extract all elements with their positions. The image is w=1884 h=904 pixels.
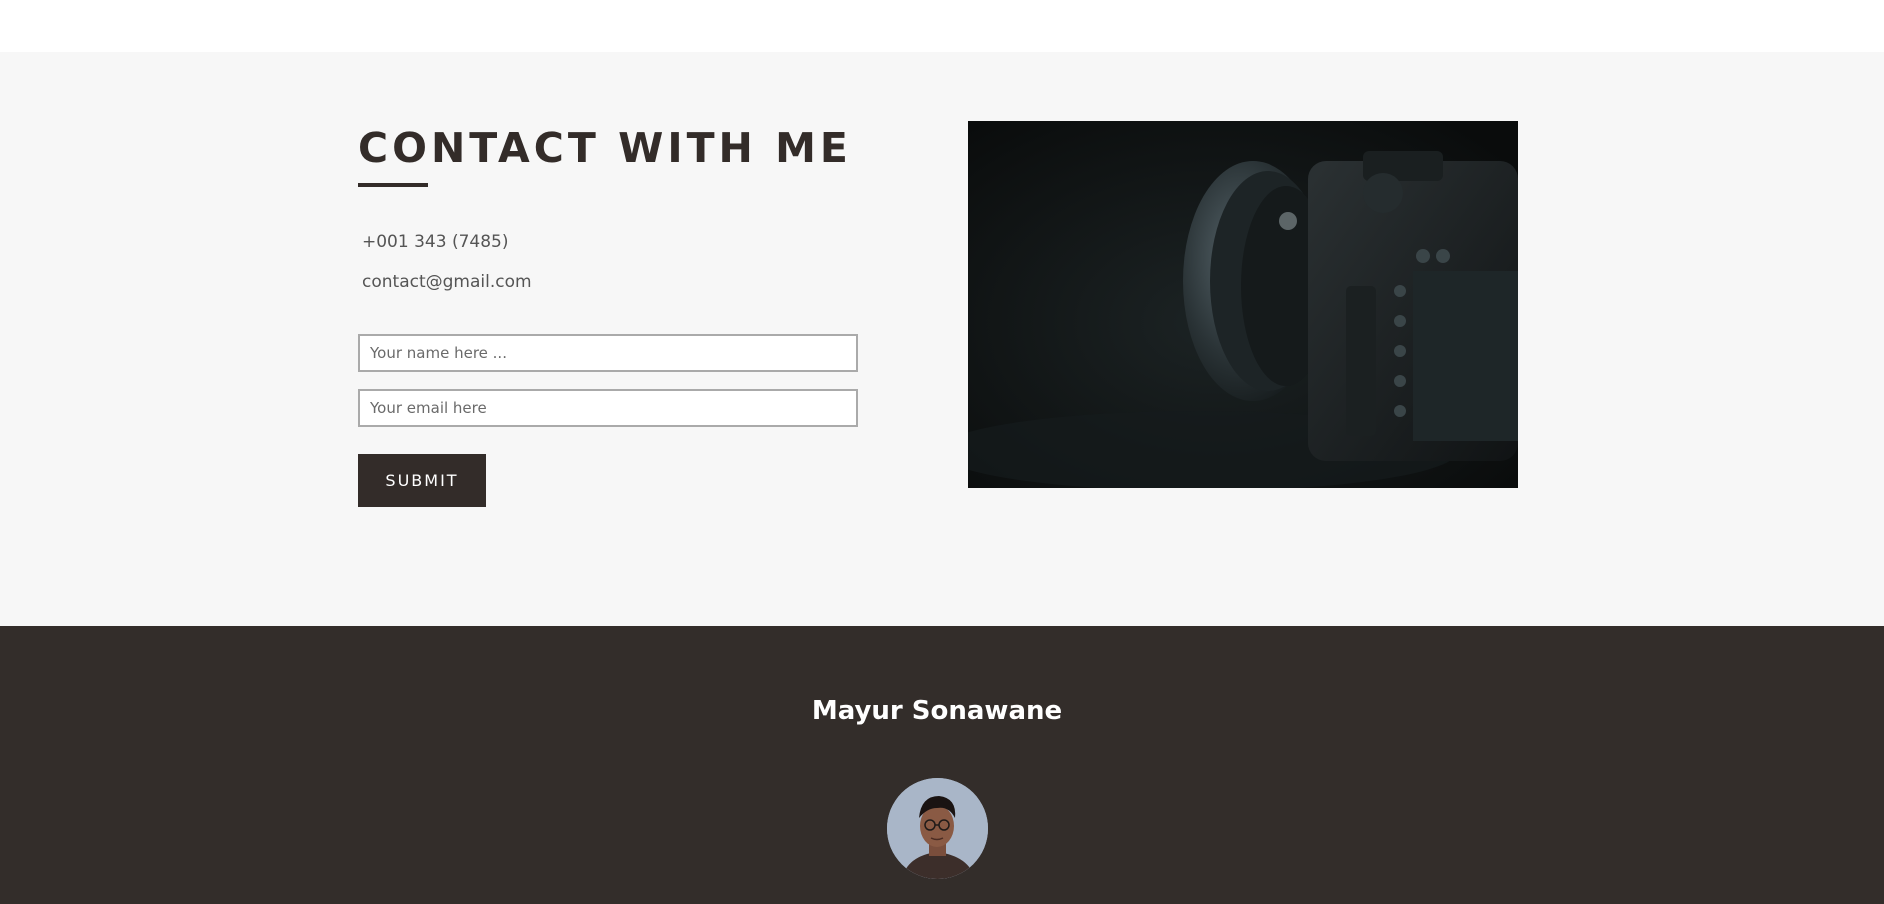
contact-email: contact@gmail.com [362,272,532,292]
contact-phone: +001 343 (7485) [362,232,509,252]
footer: Mayur Sonawane [0,626,1884,904]
submit-button[interactable]: SUBMIT [358,454,486,507]
email-input[interactable] [358,389,858,427]
avatar [887,778,988,879]
name-input[interactable] [358,334,858,372]
title-underline [358,183,428,187]
top-header-bar [0,0,1884,52]
contact-title: CONTACT WITH ME [358,124,852,172]
footer-name: Mayur Sonawane [811,696,1063,726]
contact-section: CONTACT WITH ME +001 343 (7485) contact@… [0,52,1884,626]
camera-photo [968,121,1518,488]
